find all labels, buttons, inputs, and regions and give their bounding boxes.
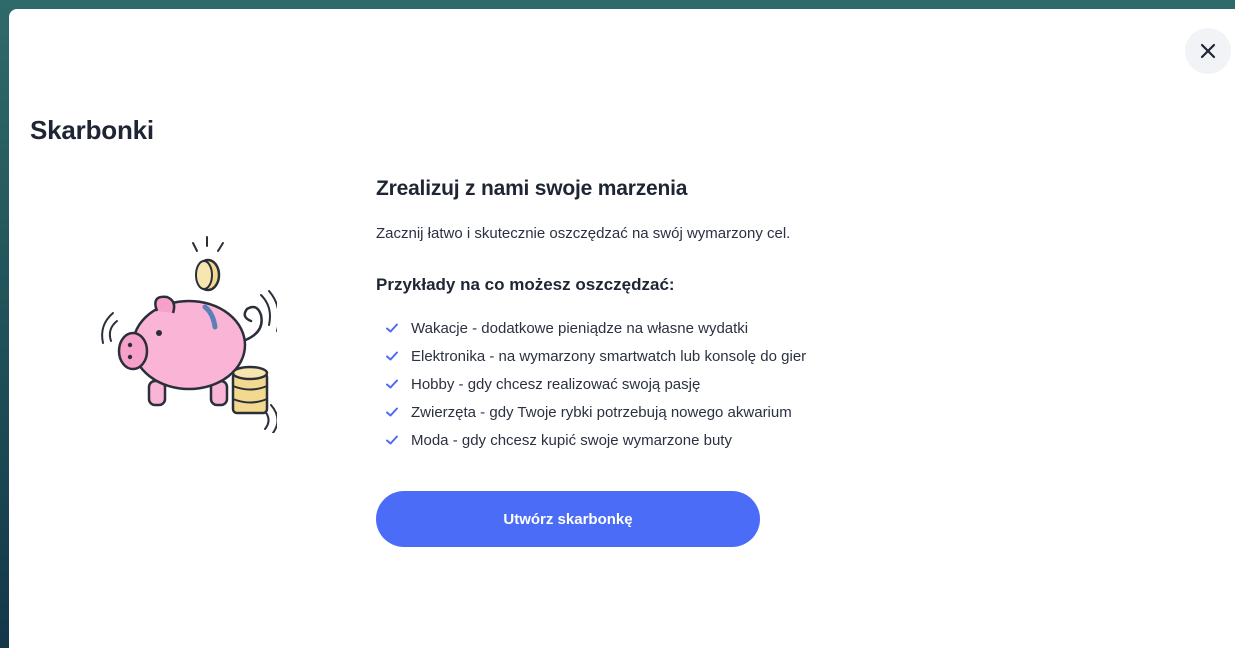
- examples-list: Wakacje - dodatkowe pieniądze na własne …: [376, 314, 936, 454]
- list-item-text: Moda - gdy chcesz kupić swoje wymarzone …: [411, 431, 732, 449]
- check-icon: [386, 323, 398, 333]
- list-item: Wakacje - dodatkowe pieniądze na własne …: [376, 314, 936, 342]
- close-button[interactable]: [1185, 28, 1231, 74]
- list-item-text: Wakacje - dodatkowe pieniądze na własne …: [411, 319, 749, 337]
- examples-heading: Przykłady na co możesz oszczędzać:: [376, 275, 675, 294]
- piggy-bank-icon: [101, 236, 277, 433]
- close-icon: [1200, 43, 1216, 59]
- content-section: Zrealizuj z nami swoje marzenia Zacznij …: [376, 177, 936, 454]
- list-item: Elektronika - na wymarzony smartwatch lu…: [376, 342, 936, 370]
- modal-title: Skarbonki: [30, 115, 154, 145]
- check-icon: [386, 435, 398, 445]
- check-icon: [386, 379, 398, 389]
- list-item-text: Zwierzęta - gdy Twoje rybki potrzebują n…: [411, 403, 792, 421]
- check-icon: [386, 407, 398, 417]
- list-item-text: Hobby - gdy chcesz realizować swoją pasj…: [411, 375, 701, 393]
- list-item: Moda - gdy chcesz kupić swoje wymarzone …: [376, 426, 936, 454]
- list-item-text: Elektronika - na wymarzony smartwatch lu…: [411, 347, 807, 365]
- piggy-bank-modal: Skarbonki Zrealizuj z nami swoje marzeni…: [9, 9, 1235, 648]
- intro-text: Zacznij łatwo i skutecznie oszczędzać na…: [376, 225, 791, 242]
- list-item: Zwierzęta - gdy Twoje rybki potrzebują n…: [376, 398, 936, 426]
- content-heading: Zrealizuj z nami swoje marzenia: [376, 177, 688, 200]
- list-item: Hobby - gdy chcesz realizować swoją pasj…: [376, 370, 936, 398]
- create-piggy-bank-button[interactable]: Utwórz skarbonkę: [376, 491, 760, 547]
- check-icon: [386, 351, 398, 361]
